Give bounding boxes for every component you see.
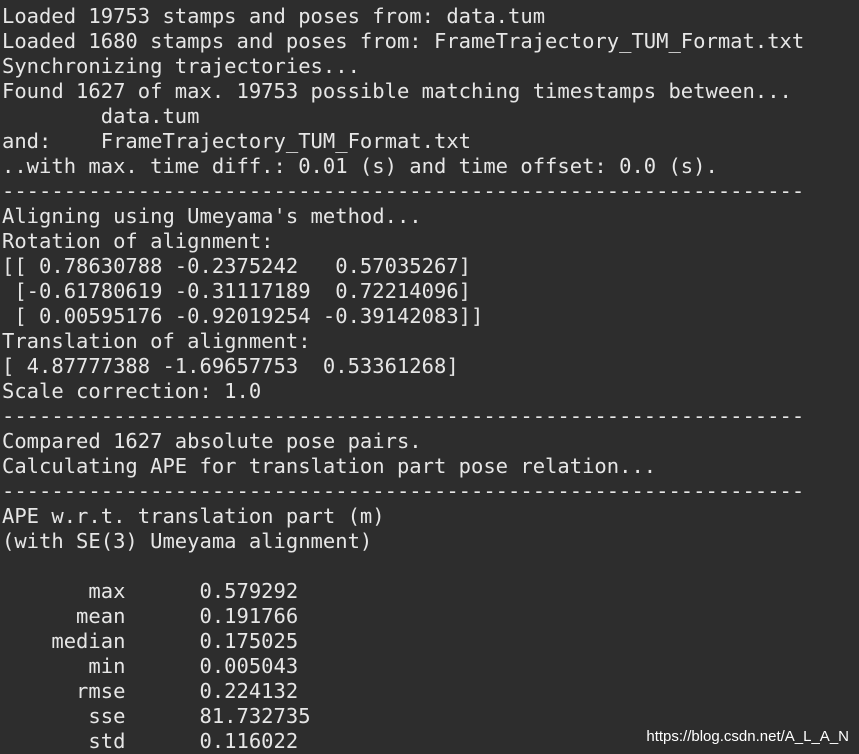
translation-vector: [ 4.87777388 -1.69657753 0.53361268] [2,354,459,378]
stat-row-mean: mean 0.191766 [2,604,299,628]
stat-row-min: min 0.005043 [2,654,299,678]
separator-line: ----------------------------------------… [2,179,805,203]
rotation-matrix-row-3: [ 0.00595176 -0.92019254 -0.39142083]] [2,304,484,328]
stat-row-median: median 0.175025 [2,629,299,653]
output-line-time-diff: ..with max. time diff.: 0.01 (s) and tim… [2,154,718,178]
watermark: https://blog.csdn.net/A_L_A_N [646,728,849,745]
output-line-compared-pairs: Compared 1627 absolute pose pairs. [2,429,422,453]
output-line-rotation-heading: Rotation of alignment: [2,229,274,253]
output-line-translation-heading: Translation of alignment: [2,329,311,353]
output-line-file-a: data.tum [2,104,200,128]
separator-line: ----------------------------------------… [2,479,805,503]
terminal-output: Loaded 19753 stamps and poses from: data… [2,4,804,754]
output-line-scale-correction: Scale correction: 1.0 [2,379,262,403]
output-line-file-b: and: FrameTrajectory_TUM_Format.txt [2,129,471,153]
output-line-ape-title: APE w.r.t. translation part (m) [2,504,385,528]
separator-line: ----------------------------------------… [2,404,805,428]
stat-row-rmse: rmse 0.224132 [2,679,299,703]
stat-row-max: max 0.579292 [2,579,299,603]
output-line-aligning: Aligning using Umeyama's method... [2,204,422,228]
terminal-window[interactable]: Loaded 19753 stamps and poses from: data… [0,0,859,754]
output-line-loaded-data: Loaded 19753 stamps and poses from: data… [2,4,546,28]
output-line-ape-subtitle: (with SE(3) Umeyama alignment) [2,529,373,553]
output-line-found-matching: Found 1627 of max. 19753 possible matchi… [2,79,792,103]
output-line-calculating-ape: Calculating APE for translation part pos… [2,454,657,478]
output-line-loaded-frames: Loaded 1680 stamps and poses from: Frame… [2,29,805,53]
rotation-matrix-row-2: [-0.61780619 -0.31117189 0.72214096] [2,279,471,303]
stat-row-sse: sse 81.732735 [2,704,311,728]
rotation-matrix-row-1: [[ 0.78630788 -0.2375242 0.57035267] [2,254,471,278]
output-line-synchronizing: Synchronizing trajectories... [2,54,360,78]
